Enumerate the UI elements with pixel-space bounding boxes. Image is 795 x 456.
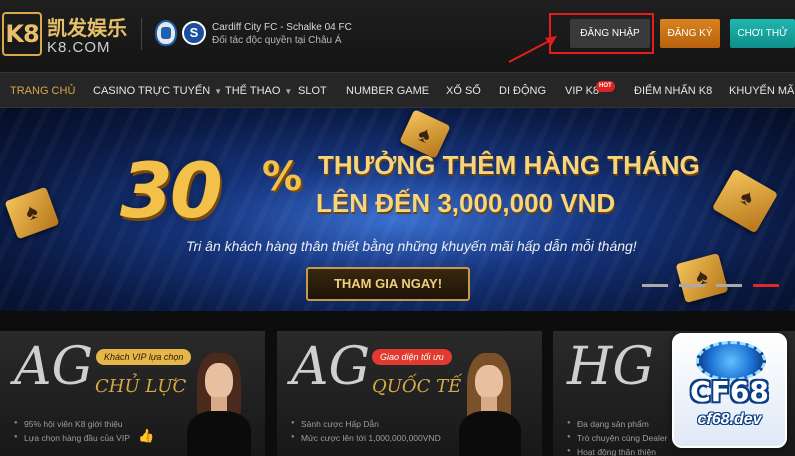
logo-mark: K8: [2, 12, 42, 56]
tile-ag-main[interactable]: AG CHỦ LỰC Khách VIP lựa chọn 95% hội vi…: [0, 331, 265, 456]
nav-item-home[interactable]: TRANG CHỦ: [10, 73, 75, 109]
nav-item-number-game[interactable]: NUMBER GAME: [346, 73, 429, 109]
slider-dot[interactable]: [716, 284, 742, 287]
tile-feature: Hoạt động thân thiện: [567, 447, 656, 456]
watermark-url: cf68.dev: [697, 411, 762, 428]
nav-item-mobile[interactable]: DI ĐỘNG: [499, 73, 546, 109]
nav-label: THỂ THAO: [225, 85, 281, 97]
thumbs-up-icon: 👍: [138, 428, 155, 443]
k8-logo[interactable]: K8 凯发娱乐 K8.COM: [2, 10, 132, 60]
promo-big-number: 30: [120, 146, 223, 235]
dealer-photo: [185, 353, 255, 456]
promo-subtitle: Tri ân khách hàng thân thiết bằng những …: [186, 238, 637, 254]
tile-brand-sub: QUỐC TẾ: [372, 376, 462, 397]
nav-item-highlights[interactable]: ĐIỂM NHẤN K8: [634, 73, 712, 109]
tile-feature: Sảnh cược Hấp Dẫn: [291, 419, 379, 429]
promo-percent: %: [262, 154, 303, 200]
tile-ag-international[interactable]: AG QUỐC TẾ Giao diện tối ưu Sảnh cược Hấ…: [277, 331, 542, 456]
promo-banner[interactable]: 30 % THƯỞNG THÊM HÀNG THÁNG LÊN ĐẾN 3,00…: [0, 108, 795, 311]
login-button[interactable]: ĐĂNG NHẬP: [570, 19, 650, 48]
tile-tag: Giao diện tối ưu: [372, 349, 452, 365]
nav-item-promotions[interactable]: KHUYẾN MÃI: [729, 73, 795, 109]
hot-badge: HOT: [596, 81, 615, 92]
nav-item-casino[interactable]: CASINO TRỰC TUYẾN ▼: [93, 73, 222, 109]
tile-tag: Khách VIP lựa chọn: [96, 349, 192, 365]
site-header: K8 凯发娱乐 K8.COM Cardiff City FC - Schalke…: [0, 0, 795, 72]
nav-item-lottery[interactable]: XỔ SỐ: [446, 73, 481, 109]
tile-brand: AG: [14, 337, 94, 397]
promo-headline-1: THƯỞNG THÊM HÀNG THÁNG: [318, 150, 700, 180]
partner-title: Cardiff City FC - Schalke 04 FC: [212, 22, 352, 33]
logo-chinese-text: 凯发娱乐: [47, 16, 127, 40]
tile-feature: Đa dạng sản phẩm: [567, 419, 649, 429]
cf68-watermark: CF68 cf68.dev: [672, 333, 787, 448]
slider-dot-active[interactable]: [753, 284, 779, 287]
promo-headline-2: LÊN ĐẾN 3,000,000 VND: [316, 188, 616, 218]
dealer-photo: [457, 353, 523, 456]
partner-subtitle: Đối tác độc quyền tại Châu Á: [212, 35, 342, 46]
tile-feature: Trò chuyện cùng Dealer: [567, 433, 667, 443]
slider-dot[interactable]: [642, 284, 668, 287]
play-trial-button[interactable]: CHƠI THỬ: [730, 19, 795, 48]
chevron-down-icon: ▼: [284, 87, 293, 96]
header-divider: [141, 18, 142, 50]
tile-feature: Lựa chọn hàng đầu của VIP: [14, 433, 130, 443]
tile-brand-sub: CHỦ LỰC: [95, 376, 187, 397]
pointer-arrow-icon: [508, 36, 557, 63]
tile-feature: Mức cược lên tới 1,000,000,000VND: [291, 433, 441, 443]
slider-dot[interactable]: [679, 284, 705, 287]
nav-item-slot[interactable]: SLOT: [298, 73, 327, 109]
chevron-down-icon: ▼: [214, 87, 223, 96]
watermark-logo: CF68: [690, 375, 769, 408]
main-nav: TRANG CHỦ CASINO TRỰC TUYẾN ▼ THỂ THAO ▼ S…: [0, 72, 795, 108]
cardiff-crest-icon: [155, 20, 177, 46]
register-button[interactable]: ĐĂNG KÝ: [660, 19, 720, 48]
nav-label: CASINO TRỰC TUYẾN: [93, 85, 211, 97]
tile-brand: HG: [567, 337, 654, 397]
nav-item-sports[interactable]: THỂ THAO ▼: [225, 73, 292, 109]
logo-domain: K8.COM: [47, 39, 111, 56]
tile-brand: AG: [291, 337, 371, 397]
tile-feature: 95% hội viên K8 giới thiệu: [14, 419, 123, 429]
nav-item-vip[interactable]: VIP K8: [565, 73, 599, 109]
join-now-button[interactable]: THAM GIA NGAY!: [306, 267, 470, 301]
schalke-crest-icon: [182, 21, 206, 45]
